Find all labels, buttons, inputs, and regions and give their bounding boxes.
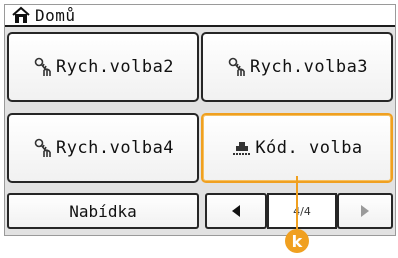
callout-line: [296, 176, 298, 230]
speed-dial-4-button[interactable]: Rych.volba4: [7, 113, 199, 183]
speed-dial-2-button[interactable]: Rych.volba2: [7, 32, 199, 102]
speed-dial-icon: [34, 138, 51, 157]
callout-badge: k: [285, 229, 309, 253]
speed-dial-3-button[interactable]: Rych.volba3: [201, 32, 393, 102]
speed-dial-icon: [34, 57, 51, 76]
menu-button[interactable]: Nabídka: [7, 193, 199, 229]
button-label: Rych.volba3: [249, 57, 369, 77]
coded-dial-button[interactable]: Kód. volba: [201, 113, 393, 183]
button-label: Rych.volba2: [55, 57, 175, 77]
page-indicator: 4/4: [267, 193, 337, 229]
callout-label: k: [291, 231, 303, 251]
button-label: Rych.volba4: [55, 138, 175, 158]
button-label: Kód. volba: [255, 138, 363, 158]
previous-page-button[interactable]: [205, 193, 267, 229]
touch-panel-screen: Domů Rych.volba2 Rych.volba3 Rych.volba4: [4, 4, 396, 236]
next-page-button[interactable]: [337, 193, 393, 229]
triangle-right-icon: [361, 205, 369, 217]
title-bar: Domů: [5, 5, 395, 27]
speed-dial-icon: [228, 57, 245, 76]
page-title: Domů: [35, 5, 76, 25]
triangle-left-icon: [232, 205, 240, 217]
bottom-bar: Nabídka 4/4: [5, 189, 395, 235]
home-icon: [12, 6, 30, 23]
menu-label: Nabídka: [69, 201, 137, 221]
coded-dial-icon: [233, 142, 251, 155]
